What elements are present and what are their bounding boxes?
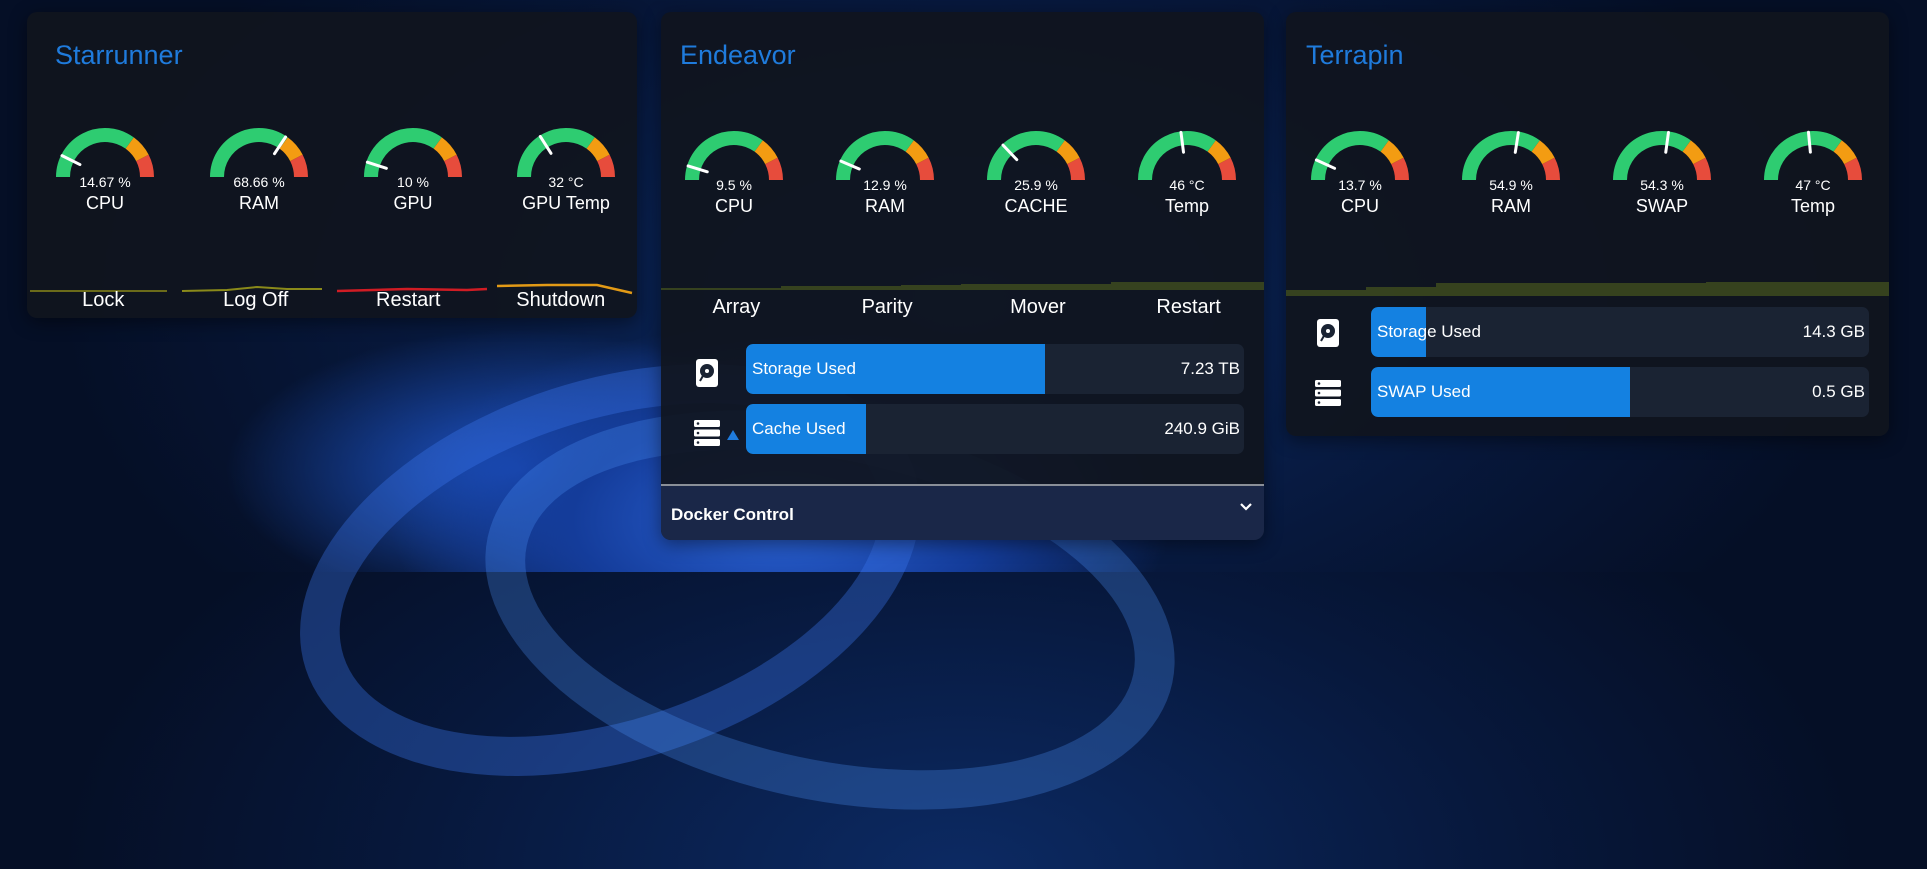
gauge-arc-segment [1833, 140, 1857, 165]
gauge-label: SWAP [1635, 196, 1689, 216]
gauge-label: CACHE [1004, 196, 1068, 216]
swap-gauge: 54.3 % SWAP [1606, 128, 1718, 217]
bar-value: 0.5 GB [1812, 382, 1865, 401]
gauge-value: 54.3 % [1640, 177, 1684, 193]
gauge-arc-segment [1138, 131, 1216, 181]
ram-gauge: 54.9 % RAM [1455, 128, 1567, 217]
gauge-arc-segment [1531, 140, 1555, 165]
cpu-gauge: 9.5 % CPU [678, 128, 790, 217]
gauge-arc-segment [754, 140, 778, 165]
gauge-arc-segment [1311, 131, 1389, 181]
bar-label: Storage Used [752, 359, 856, 378]
gauge-value: 46 °C [1169, 177, 1205, 193]
cpu-gauge: 13.7 % CPU [1304, 128, 1416, 217]
swap-used-bar: SWAP Used 0.5 GB [1371, 367, 1869, 417]
gauge-value: 10 % [397, 174, 429, 190]
gauge-label: GPU [393, 193, 433, 213]
gauge-label: CPU [1340, 196, 1379, 216]
docker-control-title: Docker Control [671, 505, 794, 524]
restart-button[interactable]: Restart [332, 289, 485, 312]
gauge-value: 12.9 % [863, 177, 907, 193]
activity-sparkline [1286, 282, 1889, 296]
gauge-arc-segment [1613, 131, 1691, 181]
gauge-arc-segment [1462, 131, 1540, 181]
gauge-arc-segment [1380, 140, 1404, 165]
gauge-value: 13.7 % [1338, 177, 1382, 193]
chevron-down-icon[interactable] [1239, 502, 1253, 512]
gauge-arc-segment [905, 140, 929, 165]
gauge-arc-segment [685, 131, 763, 181]
temp-gauge: 47 °C Temp [1757, 128, 1869, 217]
gauge-value: 32 °C [548, 174, 584, 190]
gauge-label: RAM [239, 193, 279, 213]
server-icon [1315, 380, 1341, 406]
gauge-arc-segment [1056, 140, 1080, 165]
hard-drive-icon [696, 359, 718, 387]
gauge-arc-segment [1207, 140, 1231, 165]
gauge-label: Temp [1790, 196, 1835, 216]
gauge-arc-segment [279, 137, 303, 162]
gauge-label: RAM [865, 196, 905, 216]
caret-up-icon[interactable] [726, 428, 740, 442]
card-title: Endeavor [680, 40, 796, 70]
storage-used-bar: Storage Used 14.3 GB [1371, 307, 1869, 357]
shutdown-button[interactable]: Shutdown [485, 289, 638, 312]
gauge-arc-segment [364, 128, 442, 178]
gauge-value: 25.9 % [1014, 177, 1058, 193]
power-buttons: Lock Log Off Restart Shutdown [27, 289, 637, 312]
gauge-value: 54.9 % [1489, 177, 1533, 193]
gauge-label: CPU [85, 193, 124, 213]
ram-gauge: 68.66 % RAM [203, 125, 315, 214]
endeavor-card: Endeavor 9.5 % CPU 12.9 % RAM 25.9 % CAC… [661, 12, 1264, 540]
gauge-value: 47 °C [1795, 177, 1831, 193]
cache-gauge: 25.9 % CACHE [980, 128, 1092, 217]
restart-button[interactable]: Restart [1113, 296, 1264, 319]
cpu-gauge: 14.67 % CPU [49, 125, 161, 214]
gauge-arc-segment [517, 128, 595, 178]
gauge-arc-segment [1764, 131, 1842, 181]
gauge-arc-segment [433, 137, 457, 162]
server-icon [694, 420, 720, 446]
gauge-label: RAM [1491, 196, 1531, 216]
gauge-arc-segment [56, 128, 134, 178]
hard-drive-icon [1317, 319, 1339, 347]
gauge-label: CPU [714, 196, 753, 216]
bar-value: 14.3 GB [1802, 322, 1865, 341]
bar-label: Storage Used [1377, 322, 1481, 341]
array-controls: Array Parity Mover Restart [661, 296, 1264, 319]
parity-button[interactable]: Parity [812, 296, 963, 319]
temp-gauge: 46 °C Temp [1131, 128, 1243, 217]
cache-used-bar: Cache Used 240.9 GiB [746, 404, 1244, 454]
gauge-value: 14.67 % [79, 174, 131, 190]
storage-used-bar: Storage Used 7.23 TB [746, 344, 1244, 394]
card-title: Terrapin [1306, 40, 1404, 70]
mover-button[interactable]: Mover [963, 296, 1114, 319]
gauge-label: GPU Temp [522, 193, 610, 213]
gauge-value: 9.5 % [716, 177, 752, 193]
gauge-arc-segment [836, 131, 914, 181]
activity-sparkline [661, 282, 1264, 290]
terrapin-card: Terrapin 13.7 % CPU 54.9 % RAM 54.3 % SW… [1286, 12, 1889, 436]
log-off-button[interactable]: Log Off [180, 289, 333, 312]
gpu-temp-gauge: 32 °C GPU Temp [510, 125, 622, 214]
gauge-value: 68.66 % [233, 174, 285, 190]
bar-value: 240.9 GiB [1164, 419, 1240, 438]
ram-gauge: 12.9 % RAM [829, 128, 941, 217]
starrunner-card: Starrunner 14.67 % CPU 68.66 % RAM 10 % … [27, 12, 637, 318]
gauge-arc-segment [210, 128, 288, 178]
gpu-gauge: 10 % GPU [357, 125, 469, 214]
bar-label: SWAP Used [1377, 382, 1471, 401]
gauge-arc-segment [125, 137, 149, 162]
bar-label: Cache Used [752, 419, 846, 438]
gauge-needle [1806, 130, 1812, 154]
docker-control-header[interactable]: Docker Control [661, 486, 1264, 540]
lock-button[interactable]: Lock [27, 289, 180, 312]
gauge-arc-segment [1682, 140, 1706, 165]
card-title: Starrunner [55, 40, 183, 70]
gauge-label: Temp [1164, 196, 1209, 216]
bar-value: 7.23 TB [1180, 359, 1240, 378]
gauge-arc-segment [586, 137, 610, 162]
array-button[interactable]: Array [661, 296, 812, 319]
